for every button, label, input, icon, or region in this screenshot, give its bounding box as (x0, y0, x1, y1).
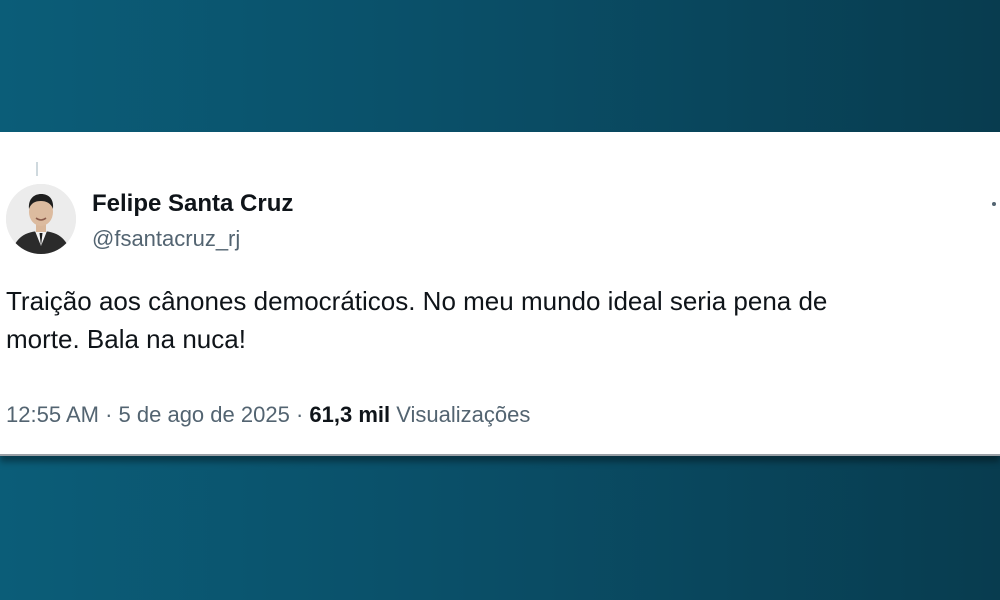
tweet-text-line: Traição aos cânones democráticos. No meu… (6, 286, 828, 316)
views-label: Visualizações (396, 402, 531, 427)
views-count: 61,3 mil (309, 402, 391, 427)
author-avatar[interactable] (6, 184, 76, 254)
user-avatar-icon (6, 184, 76, 254)
author-display-name[interactable]: Felipe Santa Cruz (92, 190, 293, 218)
meta-separator: · (105, 402, 113, 427)
tweet-time[interactable]: 12:55 AM (6, 402, 99, 427)
author-handle[interactable]: @fsantacruz_rj (92, 226, 240, 252)
more-options-icon[interactable] (988, 192, 1000, 216)
tweet-card[interactable]: Felipe Santa Cruz @fsantacruz_rj Traição… (0, 132, 1000, 456)
tweet-text: Traição aos cânones democráticos. No meu… (6, 282, 996, 358)
background-band-top (0, 0, 1000, 132)
tweet-text-line: morte. Bala na nuca! (6, 324, 246, 354)
tweet-metadata: 12:55 AM · 5 de ago de 2025 · 61,3 mil V… (6, 402, 530, 428)
meta-separator: · (295, 402, 304, 427)
tweet-date[interactable]: 5 de ago de 2025 (119, 402, 290, 427)
thread-line (36, 162, 38, 176)
background-band-bottom (0, 476, 1000, 600)
